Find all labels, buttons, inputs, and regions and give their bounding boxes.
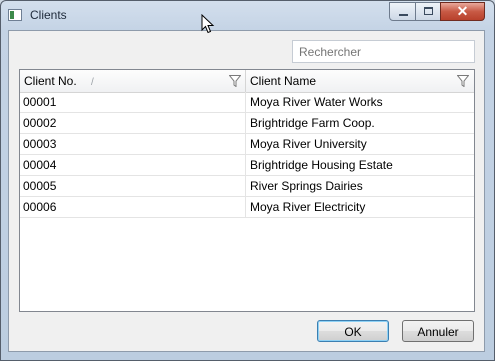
client-name-cell[interactable]: Moya River Water Works <box>246 92 474 112</box>
client-name-cell[interactable]: Brightridge Farm Coop. <box>246 113 474 133</box>
client-no-cell[interactable]: 00002 <box>20 113 246 133</box>
client-name-cell[interactable]: Brightridge Housing Estate <box>246 155 474 175</box>
search-input[interactable] <box>292 40 475 63</box>
close-button[interactable]: ✕ <box>440 2 485 21</box>
filter-icon[interactable] <box>229 75 241 87</box>
close-icon: ✕ <box>456 3 469 19</box>
table-row[interactable]: 00004 Brightridge Housing Estate <box>20 155 474 176</box>
mouse-cursor-icon <box>201 14 215 34</box>
table-header: Client No. / Client Name <box>20 70 474 93</box>
table-row[interactable]: 00002 Brightridge Farm Coop. <box>20 113 474 134</box>
table-row[interactable]: 00005 River Springs Dairies <box>20 176 474 197</box>
table-row[interactable]: 00006 Moya River Electricity <box>20 197 474 218</box>
column-header-label: Client No. <box>24 74 77 88</box>
window-title: Clients <box>30 8 67 22</box>
client-name-cell[interactable]: Moya River Electricity <box>246 197 474 217</box>
client-name-cell[interactable]: River Springs Dairies <box>246 176 474 196</box>
minimize-icon <box>399 14 408 16</box>
app-icon <box>8 9 22 21</box>
client-no-cell[interactable]: 00006 <box>20 197 246 217</box>
client-no-cell[interactable]: 00005 <box>20 176 246 196</box>
maximize-button[interactable] <box>415 2 441 21</box>
cancel-button[interactable]: Annuler <box>402 320 474 342</box>
column-header-client-name[interactable]: Client Name <box>246 70 474 92</box>
filter-icon[interactable] <box>457 75 469 87</box>
client-no-cell[interactable]: 00004 <box>20 155 246 175</box>
table-body: 00001 Moya River Water Works 00002 Brightr… <box>20 92 474 218</box>
column-header-client-no[interactable]: Client No. / <box>20 70 246 92</box>
table-row[interactable]: 00001 Moya River Water Works <box>20 92 474 113</box>
table-row[interactable]: 00003 Moya River University <box>20 134 474 155</box>
clients-table: Client No. / Client Name 00001 Moya River… <box>19 69 475 312</box>
title-bar[interactable]: Clients ✕ <box>1 1 494 31</box>
sort-indicator: / <box>91 77 94 88</box>
client-no-cell[interactable]: 00003 <box>20 134 246 154</box>
maximize-icon <box>424 7 433 15</box>
client-no-cell[interactable]: 00001 <box>20 92 246 112</box>
minimize-button[interactable] <box>389 2 416 21</box>
column-header-label: Client Name <box>250 74 317 88</box>
ok-button[interactable]: OK <box>317 320 389 342</box>
client-name-cell[interactable]: Moya River University <box>246 134 474 154</box>
